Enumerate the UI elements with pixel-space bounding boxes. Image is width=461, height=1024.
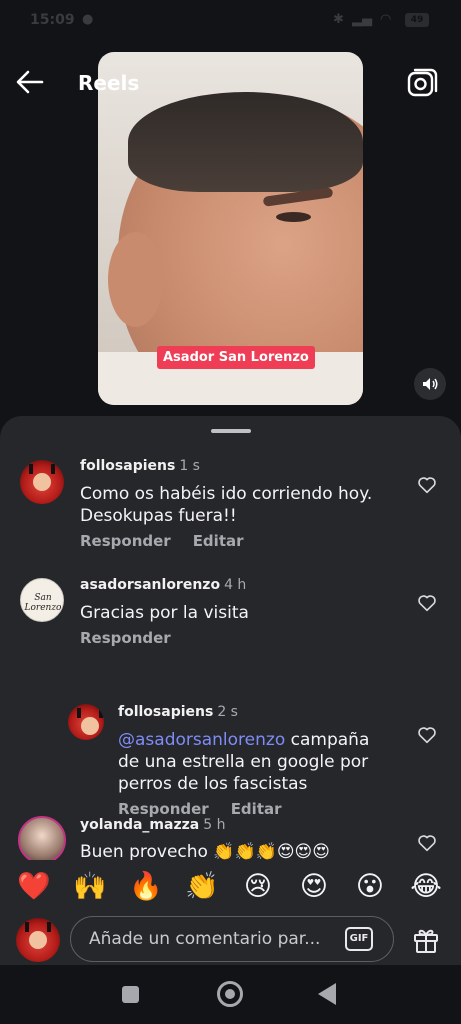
system-nav-bar	[0, 965, 461, 1024]
signal-icon: ▂▄	[352, 12, 372, 27]
back-button[interactable]	[12, 64, 48, 100]
comment-time: 1 s	[179, 458, 200, 474]
like-heart-icon[interactable]	[416, 832, 438, 854]
current-user-avatar	[16, 918, 60, 962]
emoji-raising-hands[interactable]: 🙌	[70, 870, 110, 904]
recents-button[interactable]	[122, 986, 139, 1003]
gift-button[interactable]	[410, 924, 442, 956]
like-heart-icon[interactable]	[416, 724, 438, 746]
comment-time: 5 h	[203, 817, 226, 833]
sheet-drag-handle[interactable]	[211, 429, 251, 433]
message-icon: ●	[82, 12, 94, 27]
emoji-surprised[interactable]: 😮	[350, 870, 390, 904]
header: Reels	[0, 52, 461, 112]
emoji-laughing[interactable]: 😂	[406, 870, 446, 904]
avatar[interactable]	[18, 816, 66, 860]
system-back-button[interactable]	[318, 983, 336, 1005]
comment-composer: GIF	[0, 916, 461, 964]
comment-input-box[interactable]: GIF	[70, 916, 394, 962]
comment-actions: Responder Editar	[80, 532, 244, 550]
avatar[interactable]	[20, 460, 64, 504]
status-bar: 15:09 ● ✱ ▂▄ ◠ 49	[0, 0, 461, 44]
emoji-fire[interactable]: 🔥	[126, 870, 166, 904]
page-title: Reels	[78, 71, 140, 95]
comment-text: Gracias por la visita	[80, 603, 249, 623]
gif-button[interactable]: GIF	[345, 927, 373, 951]
comment-item: follosapiens 1 s Como os habéis ido corri…	[0, 448, 461, 558]
avatar[interactable]	[68, 704, 104, 740]
reply-item: follosapiens 2 s @asadorsanlorenzo campañ…	[0, 674, 461, 818]
camera-button[interactable]	[403, 65, 439, 101]
emoji-quick-reactions: ❤️ 🙌 🔥 👏 😢 😍 😮 😂	[0, 864, 461, 910]
comment-item: San Lorenzo asadorsanlorenzo 4 h Gracias …	[0, 570, 461, 660]
speaker-icon	[423, 378, 438, 390]
home-button[interactable]	[217, 981, 243, 1007]
comments-sheet: follosapiens 1 s Como os habéis ido corri…	[0, 416, 461, 1024]
comment-text: Como os habéis ido corriendo hoy. Desoku…	[80, 484, 373, 526]
wifi-icon: ◠	[380, 12, 392, 27]
comment-text: Buen provecho 👏👏👏😍😍😍	[80, 842, 330, 860]
comment-text: @asadorsanlorenzo campaña de una estrell…	[118, 730, 370, 794]
reply-button[interactable]: Responder	[80, 532, 171, 550]
emoji-heart-eyes[interactable]: 😍	[294, 870, 334, 904]
camera-icon	[407, 68, 438, 97]
avatar[interactable]: San Lorenzo	[20, 578, 64, 622]
comments-list[interactable]: follosapiens 1 s Como os habéis ido corri…	[0, 448, 461, 860]
reply-button[interactable]: Responder	[80, 629, 171, 647]
emoji-heart[interactable]: ❤️	[14, 870, 54, 904]
status-time: 15:09	[30, 12, 75, 28]
volume-button[interactable]	[414, 368, 446, 400]
mention-link[interactable]: @asadorsanlorenzo	[118, 730, 285, 750]
gift-icon	[414, 929, 438, 953]
comment-time: 4 h	[224, 577, 247, 593]
comment-username[interactable]: yolanda_mazza 5 h	[80, 817, 225, 833]
comment-actions: Responder	[80, 629, 171, 647]
battery-icon: 49	[405, 13, 429, 27]
location-tag[interactable]: Asador San Lorenzo	[157, 346, 315, 369]
bluetooth-icon: ✱	[333, 12, 344, 27]
comment-item: yolanda_mazza 5 h Buen provecho 👏👏👏😍😍😍	[0, 812, 461, 860]
emoji-clapping[interactable]: 👏	[182, 870, 222, 904]
comment-time: 2 s	[217, 704, 238, 720]
edit-button[interactable]: Editar	[193, 532, 244, 550]
emoji-crying[interactable]: 😢	[238, 870, 278, 904]
comment-username[interactable]: follosapiens 1 s	[80, 458, 200, 474]
comment-username[interactable]: asadorsanlorenzo 4 h	[80, 577, 246, 593]
like-heart-icon[interactable]	[416, 592, 438, 614]
back-arrow-icon	[16, 70, 44, 94]
comment-input[interactable]	[87, 928, 331, 950]
like-heart-icon[interactable]	[416, 474, 438, 496]
comment-username[interactable]: follosapiens 2 s	[118, 704, 238, 720]
